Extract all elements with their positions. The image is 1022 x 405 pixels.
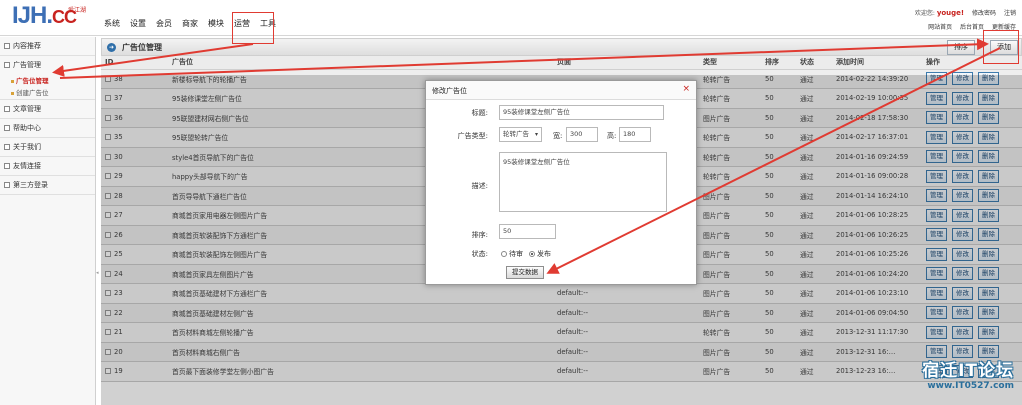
- arrow-circle-icon: ➜: [107, 43, 116, 52]
- height-label: 高:: [607, 132, 617, 140]
- status-publish-option[interactable]: 发布: [529, 249, 551, 259]
- site-home-link[interactable]: 网站首页: [928, 24, 952, 31]
- col-id[interactable]: ID: [101, 56, 168, 70]
- watermark-url: www.IT0527.com: [927, 381, 1014, 391]
- dialog-title: 修改广告位: [432, 87, 467, 95]
- nav-modules[interactable]: 模块: [208, 18, 224, 29]
- sidebar: 内容推荐 广告管理 广告位管理 创建广告位 文章管理 帮助中心 关于我们 友情连…: [0, 37, 96, 405]
- collapse-box-icon: [4, 163, 10, 169]
- ad-type-select[interactable]: 轮转广告 ▾: [499, 127, 542, 142]
- ad-type-selected: 轮转广告: [503, 130, 529, 138]
- chevron-down-icon: ▾: [534, 131, 538, 138]
- logout-link[interactable]: 注销: [1004, 10, 1016, 17]
- title-label: 标题:: [471, 109, 488, 117]
- sidebar-collapse-handle[interactable]: ◂: [96, 270, 99, 276]
- sidebar-item-ad-management[interactable]: 广告管理: [0, 56, 95, 75]
- collapse-box-icon: [4, 43, 10, 49]
- collapse-box-icon: [4, 62, 10, 68]
- title-input[interactable]: 95装修课堂左侧广告位: [499, 105, 664, 120]
- status-label: 状态:: [471, 250, 488, 258]
- collapse-box-icon: [4, 106, 10, 112]
- dialog-header: 修改广告位 ×: [426, 81, 696, 100]
- collapse-box-icon: [4, 144, 10, 150]
- logo[interactable]: IJH.CC 爱江湖: [12, 2, 86, 30]
- sidebar-item-content-recommend[interactable]: 内容推荐: [0, 37, 95, 56]
- collapse-box-icon: [4, 125, 10, 131]
- watermark-title: 宿迁IT论坛: [922, 361, 1014, 381]
- col-sort[interactable]: 排序: [761, 56, 796, 70]
- highlight-box-operations-nav: [232, 12, 274, 44]
- submit-button[interactable]: 提交数据: [506, 266, 544, 279]
- username: youge!: [936, 9, 965, 17]
- status-pending-option[interactable]: 待审: [501, 249, 523, 259]
- col-ad-slot[interactable]: 广告位: [168, 56, 553, 70]
- sidebar-item-help-center[interactable]: 帮助中心: [0, 119, 95, 138]
- modify-password-link[interactable]: 修改密码: [972, 10, 996, 17]
- sort-label: 排序:: [471, 231, 488, 239]
- close-icon[interactable]: ×: [682, 84, 690, 94]
- description-label: 描述:: [471, 182, 488, 190]
- watermark: 宿迁IT论坛 www.IT0527.com: [922, 356, 1014, 391]
- nav-settings[interactable]: 设置: [130, 18, 146, 29]
- bullet-icon: [11, 79, 14, 83]
- radio-icon: [501, 251, 507, 257]
- sidebar-item-articles[interactable]: 文章管理: [0, 100, 95, 119]
- logo-text: IJH.CC: [12, 2, 77, 29]
- nav-merchants[interactable]: 商家: [182, 18, 198, 29]
- sidebar-item-third-party-login[interactable]: 第三方登录: [0, 176, 95, 195]
- sidebar-item-friend-links[interactable]: 友情连接: [0, 157, 95, 176]
- col-type[interactable]: 类型: [699, 56, 761, 70]
- sort-button[interactable]: 排序: [947, 40, 975, 55]
- height-input[interactable]: 180: [619, 127, 651, 142]
- radio-checked-icon: [529, 251, 535, 257]
- page-title: 广告位管理: [122, 43, 162, 52]
- ad-type-label: 广告类型:: [457, 132, 488, 140]
- highlight-box-add-button: [983, 30, 1019, 64]
- welcome-text: 欢迎您:: [914, 10, 935, 17]
- bullet-icon: [11, 91, 14, 95]
- top-bar: IJH.CC 爱江湖 系统 设置 会员 商家 模块 运营 工具 欢迎您: you…: [0, 0, 1022, 36]
- admin-home-link[interactable]: 后台首页: [960, 24, 984, 31]
- sort-input[interactable]: 50: [499, 224, 556, 239]
- sidebar-sub-create-ad-slot[interactable]: 创建广告位: [0, 87, 95, 100]
- collapse-box-icon: [4, 182, 10, 188]
- table-header-row: ID 广告位 页面 类型 排序 状态 添加时间 操作: [101, 56, 1022, 70]
- edit-ad-slot-dialog: 修改广告位 × 标题: 95装修课堂左侧广告位 广告类型: 轮转广告 ▾ 宽: 3…: [425, 80, 697, 285]
- col-status[interactable]: 状态: [796, 56, 832, 70]
- nav-system[interactable]: 系统: [104, 18, 120, 29]
- sidebar-sub-ad-slot-management[interactable]: 广告位管理: [0, 75, 95, 87]
- width-input[interactable]: 300: [566, 127, 598, 142]
- sidebar-item-about-us[interactable]: 关于我们: [0, 138, 95, 157]
- logo-subtitle: 爱江湖: [68, 7, 87, 14]
- col-added-time[interactable]: 添加时间: [832, 56, 922, 70]
- description-textarea[interactable]: 95装修课堂左侧广告位: [499, 152, 667, 212]
- col-page[interactable]: 页面: [553, 56, 699, 70]
- nav-members[interactable]: 会员: [156, 18, 172, 29]
- width-label: 宽:: [553, 132, 563, 140]
